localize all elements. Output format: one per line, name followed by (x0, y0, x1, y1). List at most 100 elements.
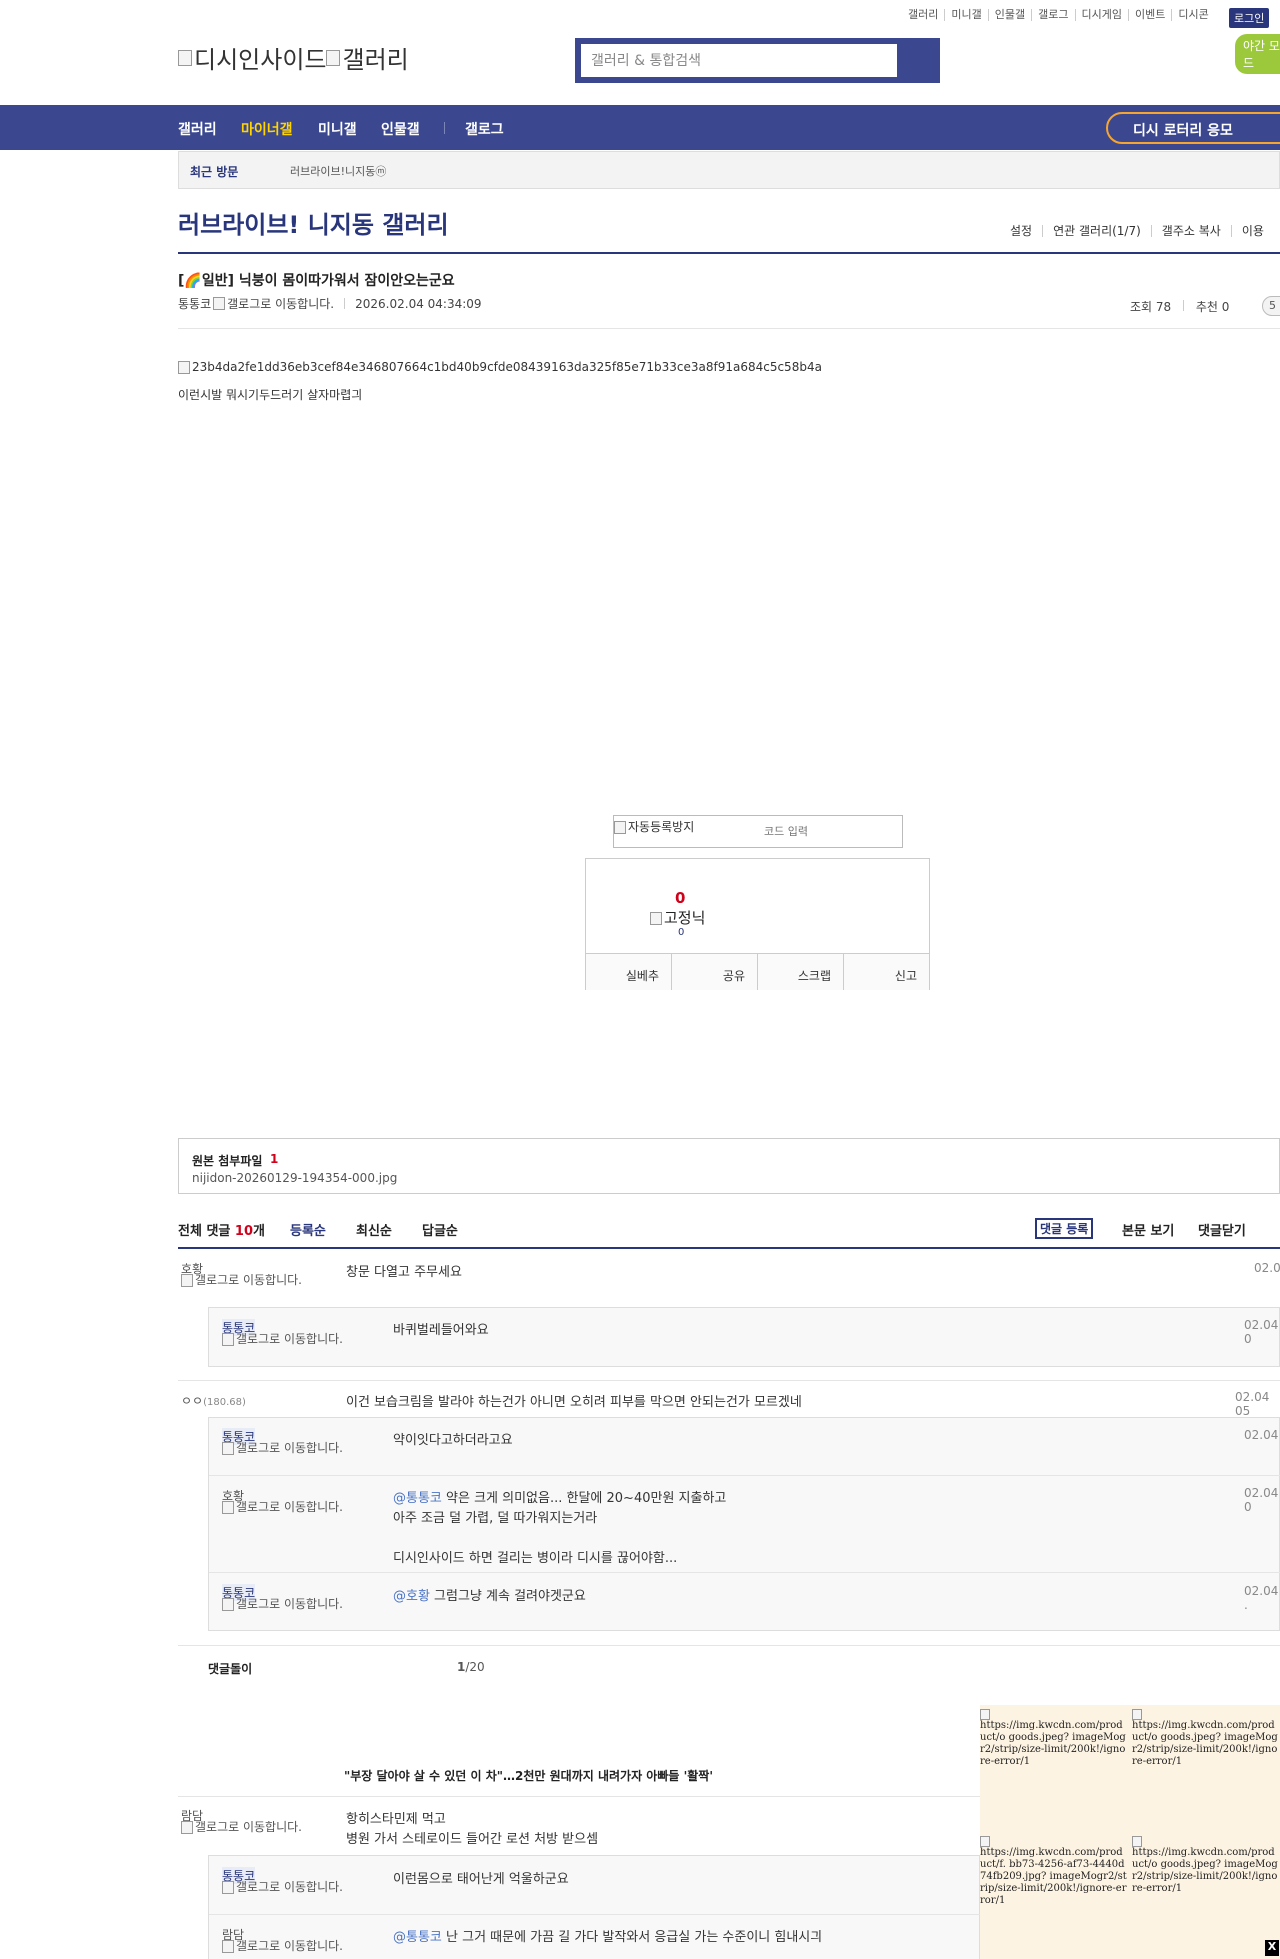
top-menu-event[interactable]: 이벤트 (1127, 9, 1171, 21)
reply-date: 02.04 (1244, 1428, 1279, 1442)
ad-image-alt: https://img.kwcdn.com/product/o goods.jp… (1132, 1720, 1278, 1767)
post-meta: 통통코 갤로그로 이동합니다. 2026.02.04 04:34:09 (178, 295, 482, 312)
comment-text: 항히스타민제 먹고 (346, 1812, 446, 1827)
broken-image-icon (222, 1881, 234, 1894)
night-mode-toggle[interactable]: 야간 모드 (1235, 34, 1280, 74)
comment-total: 전체 댓글 10개 (178, 1220, 265, 1239)
comment-bot-pagination: 1/20 (457, 1660, 485, 1674)
sort-by-replies[interactable]: 답글순 (422, 1220, 458, 1239)
fixed-nick-image: 고정닉 (650, 907, 705, 928)
comment-date: 02.04 05 (1235, 1390, 1270, 1418)
ad-image-link[interactable]: https://img.kwcdn.com/product/o goods.jp… (1132, 1709, 1280, 1768)
reply-text-body: 그럼그냥 계속 걸려야겟군요 (429, 1589, 586, 1604)
captcha-input[interactable] (764, 821, 894, 841)
broken-image-icon (178, 49, 192, 66)
gallog-icon[interactable] (213, 297, 226, 310)
comment-divider (178, 1796, 980, 1797)
top-menu-dccon[interactable]: 디시콘 (1171, 9, 1214, 21)
post-title: [🌈일반] 닉붕이 몸이따가워서 잠이안오는군요 (178, 273, 455, 289)
stats-divider (1183, 300, 1184, 311)
reply-mention[interactable]: @통통코 (393, 1491, 442, 1506)
gallog-icon[interactable]: 갤로그로 이동합니다. (222, 1880, 352, 1894)
silbe-recommend-button[interactable]: 실베추 (586, 954, 671, 990)
fixed-nick-label: 고정닉 (664, 909, 706, 927)
gallery-usage-link[interactable]: 이용 (1230, 225, 1274, 237)
gallog-icon-alt: 갤로그로 이동합니다. (236, 1939, 343, 1953)
ad-image-link[interactable]: https://img.kwcdn.com/product/o goods.jp… (980, 1709, 1128, 1768)
comment-text: 이건 보습크림을 발라야 하는건가 아니면 오히려 피부를 막으면 안되는건가 … (346, 1395, 802, 1410)
reply-text: 바퀴벌레들어와요 (393, 1323, 489, 1338)
nav-gallog[interactable]: 갤로그 (465, 119, 504, 139)
gallog-icon[interactable]: 갤로그로 이동합니다. (222, 1332, 352, 1346)
reply-mention[interactable]: @호황 (393, 1589, 430, 1604)
login-button[interactable]: 로그인 (1229, 8, 1270, 28)
share-button[interactable]: 공유 (671, 954, 757, 990)
gallog-icon[interactable]: 갤로그로 이동합니다. (222, 1500, 352, 1514)
gallog-icon[interactable]: 갤로그로 이동합니다. (222, 1939, 352, 1953)
nav-mini-gallery[interactable]: 미니갤 (318, 119, 357, 139)
reply-mention[interactable]: @통통코 (393, 1930, 442, 1945)
broken-image-icon (181, 1274, 193, 1287)
gallog-icon[interactable]: 갤로그로 이동합니다. (222, 1441, 352, 1455)
reply-text-line2: 아주 조금 덜 가렵, 덜 따가워지는거라 (393, 1511, 598, 1526)
gallog-icon-alt: 갤로그로 이동합니다. (195, 1273, 302, 1287)
view-post-button[interactable]: 본문 보기 (1122, 1220, 1174, 1239)
post-author-icon-alt: 갤로그로 이동합니다. (227, 297, 335, 311)
top-menu-gallery[interactable]: 갤러리 (902, 9, 944, 21)
ad-close-button[interactable]: X (1265, 1940, 1279, 1956)
captcha-image: 자동등록방지 (614, 818, 694, 835)
ad-image-link[interactable]: https://img.kwcdn.com/product/o goods.jp… (1132, 1836, 1280, 1895)
comment-divider (178, 1380, 1280, 1381)
related-gallery-link[interactable]: 연관 갤러리(1/7) (1042, 225, 1151, 237)
post-author[interactable]: 통통코 (178, 295, 211, 312)
gallog-icon[interactable]: 갤로그로 이동합니다. (181, 1273, 311, 1287)
gallog-icon[interactable]: 갤로그로 이동합니다. (222, 1597, 352, 1611)
nav-person-gallery[interactable]: 인물갤 (381, 119, 420, 139)
recent-visit-item[interactable]: 러브라이브!니지동ⓜ (290, 163, 386, 179)
lotto-button[interactable]: 디시 로터리 응모 (1106, 112, 1280, 144)
search-input[interactable] (581, 44, 897, 77)
nav-minor-gallery[interactable]: 마이너갤 (241, 119, 293, 139)
sort-by-registration[interactable]: 등록순 (290, 1220, 326, 1239)
comment-nick[interactable]: ㅇㅇ(180.68) (181, 1392, 246, 1409)
ad-image-link[interactable]: https://img.kwcdn.com/product/f. bb73-42… (980, 1836, 1128, 1907)
broken-image-icon (614, 821, 626, 834)
gallery-title[interactable]: 러브라이브! 니지동 갤러리 (178, 205, 449, 240)
top-menu-gallog[interactable]: 갤로그 (1031, 9, 1074, 21)
sort-by-latest[interactable]: 최신순 (356, 1220, 392, 1239)
ad-image-alt: https://img.kwcdn.com/product/o goods.jp… (980, 1720, 1126, 1767)
reply-text: @통통코 약은 크게 의미없음... 한달에 20~40만원 지출하고 (393, 1487, 726, 1506)
reply-text: @통통코 난 그거 때문에 가끔 길 가다 발작와서 응급실 가는 수준이니 힘… (393, 1926, 822, 1945)
news-headline-link[interactable]: "부장 달아야 살 수 있던 이 차"…2천만 원대까지 내려가자 아빠들 '활… (344, 1767, 713, 1784)
copy-gallery-address-link[interactable]: 갤주소 복사 (1150, 225, 1231, 237)
gallog-icon[interactable]: 갤로그로 이동합니다. (181, 1820, 311, 1834)
comment-divider (178, 1645, 1280, 1646)
post-image: 23b4da2fe1dd36eb3cef84e346807664c1bd40b9… (178, 360, 822, 374)
gallery-settings-link[interactable]: 설정 (1000, 225, 1042, 237)
reply-divider (209, 1475, 1280, 1476)
top-menu-dcgame[interactable]: 디시게임 (1074, 9, 1128, 21)
report-button[interactable]: 신고 (843, 954, 929, 990)
fixed-nick-count: 0 (678, 927, 685, 938)
write-comment-button[interactable]: 댓글 등록 (1035, 1218, 1094, 1239)
broken-image-icon (980, 1836, 990, 1847)
reply-date: 02.04 . (1244, 1584, 1279, 1612)
top-menu-minor[interactable]: 미니갤 (944, 9, 987, 21)
attachment-box: 원본 첨부파일 1 nijidon-20260129-194354-000.jp… (178, 1138, 1280, 1194)
close-comments-button[interactable]: 댓글닫기 (1198, 1220, 1246, 1239)
post-recommend-count: 추천 0 (1195, 300, 1230, 314)
site-logo[interactable]: 디시인사이드 갤러리 (178, 40, 409, 75)
search-button[interactable] (897, 41, 937, 80)
attachment-file-link[interactable]: nijidon-20260129-194354-000.jpg (192, 1171, 397, 1185)
scrap-button[interactable]: 스크랩 (757, 954, 843, 990)
comment-bot-label: 댓글돌이 (208, 1662, 253, 1676)
post-stats: 조회 78 추천 0 (1130, 298, 1229, 315)
nav-gallery[interactable]: 갤러리 (178, 119, 217, 139)
top-menu-person[interactable]: 인물갤 (987, 9, 1031, 21)
comment-count: 10 (234, 1224, 253, 1239)
ad-image-alt: https://img.kwcdn.com/product/o goods.jp… (1132, 1847, 1278, 1894)
post-datetime: 2026.02.04 04:34:09 (355, 296, 482, 311)
post-page-button[interactable]: 5 (1262, 296, 1280, 316)
comments-divider (178, 1247, 1280, 1249)
recent-visits-bar: 최근 방문 러브라이브!니지동ⓜ (178, 151, 1280, 189)
